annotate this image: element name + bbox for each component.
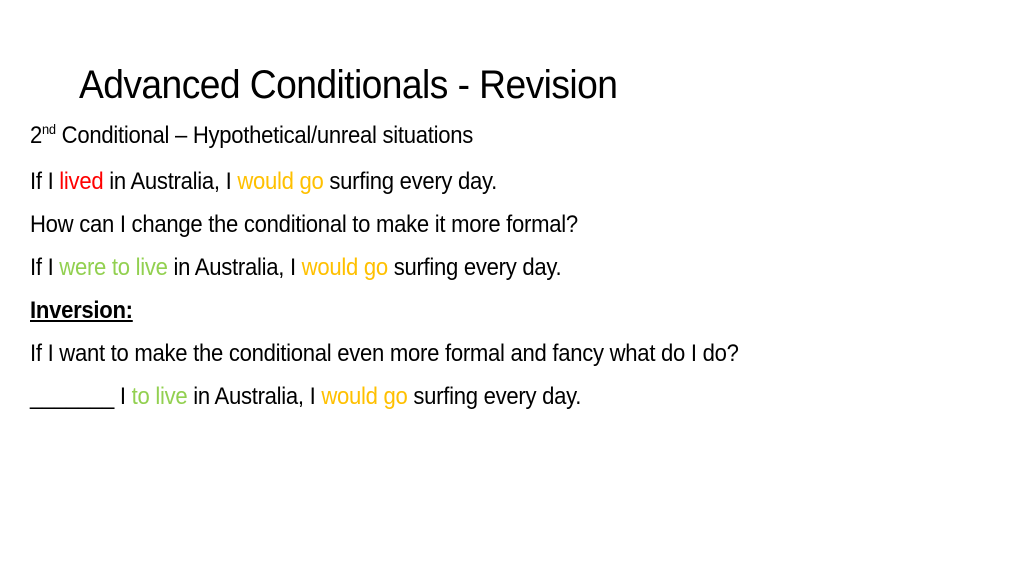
text-segment: in Australia, I xyxy=(167,254,302,281)
text-segment: surfing every day. xyxy=(407,383,582,410)
highlight-to-live: to live xyxy=(131,383,188,410)
heading-text: Conditional – Hypothetical/unreal situat… xyxy=(55,122,474,149)
text-segment: in Australia, I xyxy=(187,383,322,410)
line-inversion-heading: Inversion: xyxy=(30,297,133,324)
slide-body: 2nd Conditional – Hypothetical/unreal si… xyxy=(30,114,1010,418)
text-segment: If I xyxy=(30,254,60,281)
line-example-inversion: _______ I to live in Australia, I would … xyxy=(30,375,932,418)
ordinal-suffix: nd xyxy=(42,121,56,137)
line-question-inversion: If I want to make the conditional even m… xyxy=(30,340,739,367)
line-example-second-conditional: If I lived in Australia, I would go surf… xyxy=(30,160,932,203)
highlight-past-verb: lived xyxy=(59,168,104,195)
fill-in-blank: _______ xyxy=(30,383,115,410)
slide: Advanced Conditionals - Revision 2nd Con… xyxy=(0,0,1024,576)
ordinal-number: 2 xyxy=(30,122,43,149)
text-segment: If I xyxy=(30,168,60,195)
line-question-formal: How can I change the conditional to make… xyxy=(30,211,578,238)
text-segment: surfing every day. xyxy=(387,254,562,281)
line-example-formal: If I were to live in Australia, I would … xyxy=(30,246,932,289)
text-segment: surfing every day. xyxy=(323,168,498,195)
highlight-would: would go xyxy=(321,383,408,410)
highlight-were-to: were to live xyxy=(59,254,168,281)
text-segment: in Australia, I xyxy=(103,168,238,195)
line-second-conditional-heading: 2nd Conditional – Hypothetical/unreal si… xyxy=(30,114,932,160)
slide-title: Advanced Conditionals - Revision xyxy=(79,63,618,107)
highlight-would: would go xyxy=(237,168,324,195)
text-segment: I xyxy=(114,383,132,410)
highlight-would: would go xyxy=(301,254,388,281)
